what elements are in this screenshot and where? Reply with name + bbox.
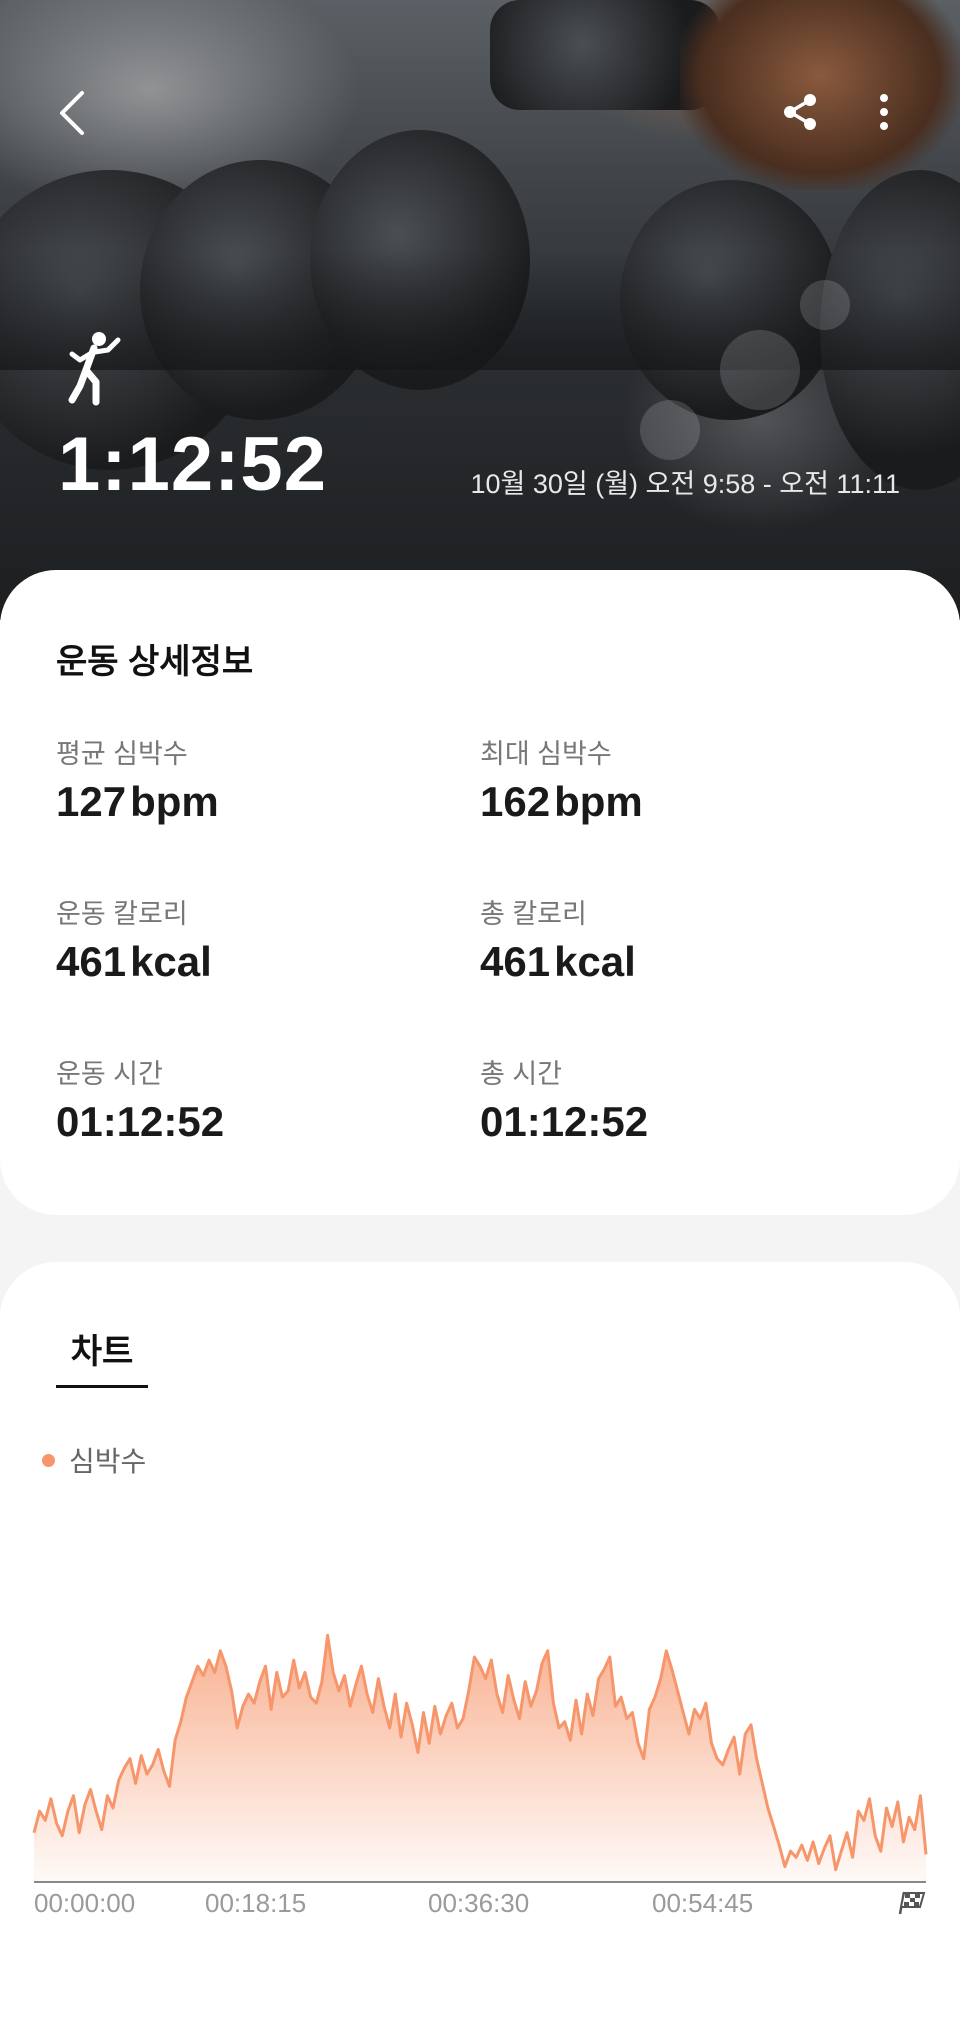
share-icon (784, 94, 816, 130)
person-exercise-icon (68, 332, 121, 406)
more-vertical-icon (880, 94, 888, 130)
tab-chart[interactable]: 차트 (56, 1324, 148, 1388)
finish-flag-icon (898, 1891, 926, 1915)
bokeh-light (640, 400, 700, 460)
metric-workout-calories: 운동 칼로리 461kcal (56, 896, 436, 988)
heart-rate-chart (32, 1633, 928, 1883)
metric-number: 461 (56, 938, 127, 985)
workout-date-range: 10월 30일 (월) 오전 9:58 - 오전 11:11 (470, 469, 900, 499)
metric-number: 127 (56, 778, 127, 825)
section-title-detail: 운동 상세정보 (56, 643, 254, 681)
metric-value: 461kcal (480, 936, 860, 988)
x-tick-label: 00:00:00 (34, 1888, 136, 1918)
metric-value: 01:12:52 (56, 1096, 436, 1148)
metric-unit: kcal (554, 938, 636, 985)
metric-label: 운동 시간 (56, 1059, 163, 1089)
x-tick-label: 00:18:15 (205, 1888, 307, 1918)
share-button[interactable] (776, 88, 824, 136)
legend-dot (42, 1453, 55, 1467)
metric-number: 461 (480, 938, 551, 985)
metric-label: 최대 심박수 (480, 739, 612, 769)
chevron-left-icon (60, 91, 84, 135)
metric-value: 01:12:52 (480, 1096, 860, 1148)
metric-value: 162bpm (480, 776, 860, 828)
legend-label-heart-rate: 심박수 (69, 1446, 147, 1477)
more-options-button[interactable] (872, 88, 896, 136)
workout-duration: 1:12:52 (58, 422, 327, 507)
metric-unit: bpm (130, 778, 219, 825)
bokeh-light (720, 330, 800, 410)
metric-number: 162 (480, 778, 551, 825)
metric-label: 총 시간 (480, 1059, 563, 1089)
metric-avg-heart-rate: 평균 심박수 127bpm (56, 736, 436, 828)
chart-legend: 심박수 (42, 1440, 146, 1480)
metric-number: 01:12:52 (56, 1098, 225, 1145)
metric-number: 01:12:52 (480, 1098, 649, 1145)
metric-value: 127bpm (56, 776, 436, 828)
back-button[interactable] (48, 86, 96, 140)
metric-label: 운동 칼로리 (56, 899, 188, 929)
metric-label: 총 칼로리 (480, 899, 587, 929)
metric-total-time: 총 시간 01:12:52 (480, 1056, 860, 1148)
metric-workout-time: 운동 시간 01:12:52 (56, 1056, 436, 1148)
heart-rate-area (34, 1635, 926, 1882)
metric-label: 평균 심박수 (56, 739, 188, 769)
metric-max-heart-rate: 최대 심박수 162bpm (480, 736, 860, 828)
x-tick-label: 00:36:30 (428, 1888, 530, 1918)
x-axis-labels: 00:00:00 00:18:15 00:36:30 00:54:45 (0, 1888, 960, 1928)
metric-value: 461kcal (56, 936, 436, 988)
metric-total-calories: 총 칼로리 461kcal (480, 896, 860, 988)
bokeh-light (800, 280, 850, 330)
x-tick-label: 00:54:45 (652, 1888, 754, 1918)
metric-unit: bpm (554, 778, 643, 825)
metric-unit: kcal (130, 938, 212, 985)
